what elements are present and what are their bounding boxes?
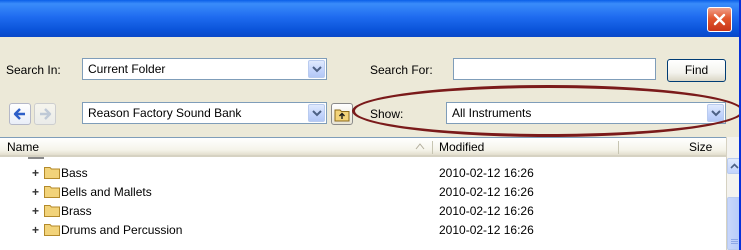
chevron-up-icon <box>730 163 739 169</box>
up-folder-button[interactable] <box>331 103 353 125</box>
list-item[interactable]: + Bells and Mallets 2010-02-12 16:26 <box>0 182 700 202</box>
expand-icon[interactable]: + <box>32 185 39 199</box>
expand-icon[interactable]: + <box>32 223 39 237</box>
item-modified: 2010-02-12 16:26 <box>439 204 534 218</box>
close-icon <box>713 13 726 26</box>
item-modified: 2010-02-12 16:26 <box>439 223 534 237</box>
arrow-left-icon <box>13 108 25 120</box>
folder-icon <box>44 167 60 179</box>
file-browser-window: Search In: Current Folder Search For: Fi… <box>0 0 741 250</box>
item-name: Bass <box>61 166 88 180</box>
close-button[interactable] <box>707 7 732 32</box>
search-in-select[interactable]: Current Folder <box>82 58 327 80</box>
item-name: Brass <box>61 204 92 218</box>
search-in-label: Search In: <box>6 63 61 77</box>
column-separator[interactable] <box>618 141 619 154</box>
sort-ascending-icon <box>415 143 425 150</box>
annotation-ellipse <box>352 85 739 137</box>
column-header-modified[interactable]: Modified <box>439 140 484 154</box>
list-header: Name Modified Size <box>0 138 726 157</box>
list-item[interactable]: + Drums and Percussion 2010-02-12 16:26 <box>0 220 700 240</box>
column-header-name[interactable]: Name <box>7 140 39 154</box>
column-header-size[interactable]: Size <box>689 140 712 154</box>
item-modified: 2010-02-12 16:26 <box>439 185 534 199</box>
search-for-label: Search For: <box>370 63 433 77</box>
folder-icon <box>44 224 60 236</box>
thumb-grip <box>731 243 738 244</box>
thumb-grip <box>731 239 738 240</box>
scroll-thumb[interactable] <box>727 197 739 250</box>
search-toolbar: Search In: Current Folder Search For: Fi… <box>0 37 739 85</box>
item-name: Bells and Mallets <box>61 185 152 199</box>
item-name: Drums and Percussion <box>61 223 183 237</box>
folder-icon <box>44 186 60 198</box>
thumb-grip <box>731 241 738 242</box>
search-in-value: Current Folder <box>88 62 166 76</box>
scroll-up-button[interactable] <box>727 158 739 174</box>
vertical-scrollbar[interactable] <box>726 137 739 250</box>
tree-line <box>28 157 44 159</box>
location-dropdown-button[interactable] <box>308 104 325 122</box>
back-button[interactable] <box>9 103 31 125</box>
search-for-input[interactable] <box>453 58 656 80</box>
title-bar[interactable] <box>0 0 739 37</box>
list-item[interactable]: + Bass 2010-02-12 16:26 <box>0 163 700 183</box>
expand-icon[interactable]: + <box>32 166 39 180</box>
arrow-right-icon <box>40 108 52 120</box>
chevron-down-icon <box>312 110 322 117</box>
location-select[interactable]: Reason Factory Sound Bank <box>82 102 327 124</box>
folder-icon <box>44 205 60 217</box>
expand-icon[interactable]: + <box>32 204 39 218</box>
location-value: Reason Factory Sound Bank <box>88 106 242 120</box>
list-item[interactable]: + Brass 2010-02-12 16:26 <box>0 201 700 221</box>
chevron-down-icon <box>312 66 322 73</box>
file-list: Name Modified Size + Bass 2010-02-12 16:… <box>0 137 726 250</box>
item-modified: 2010-02-12 16:26 <box>439 166 534 180</box>
forward-button[interactable] <box>34 103 56 125</box>
search-in-dropdown-button[interactable] <box>308 60 325 78</box>
folder-up-icon <box>334 109 350 122</box>
column-separator[interactable] <box>432 141 433 154</box>
find-button[interactable]: Find <box>667 59 726 82</box>
